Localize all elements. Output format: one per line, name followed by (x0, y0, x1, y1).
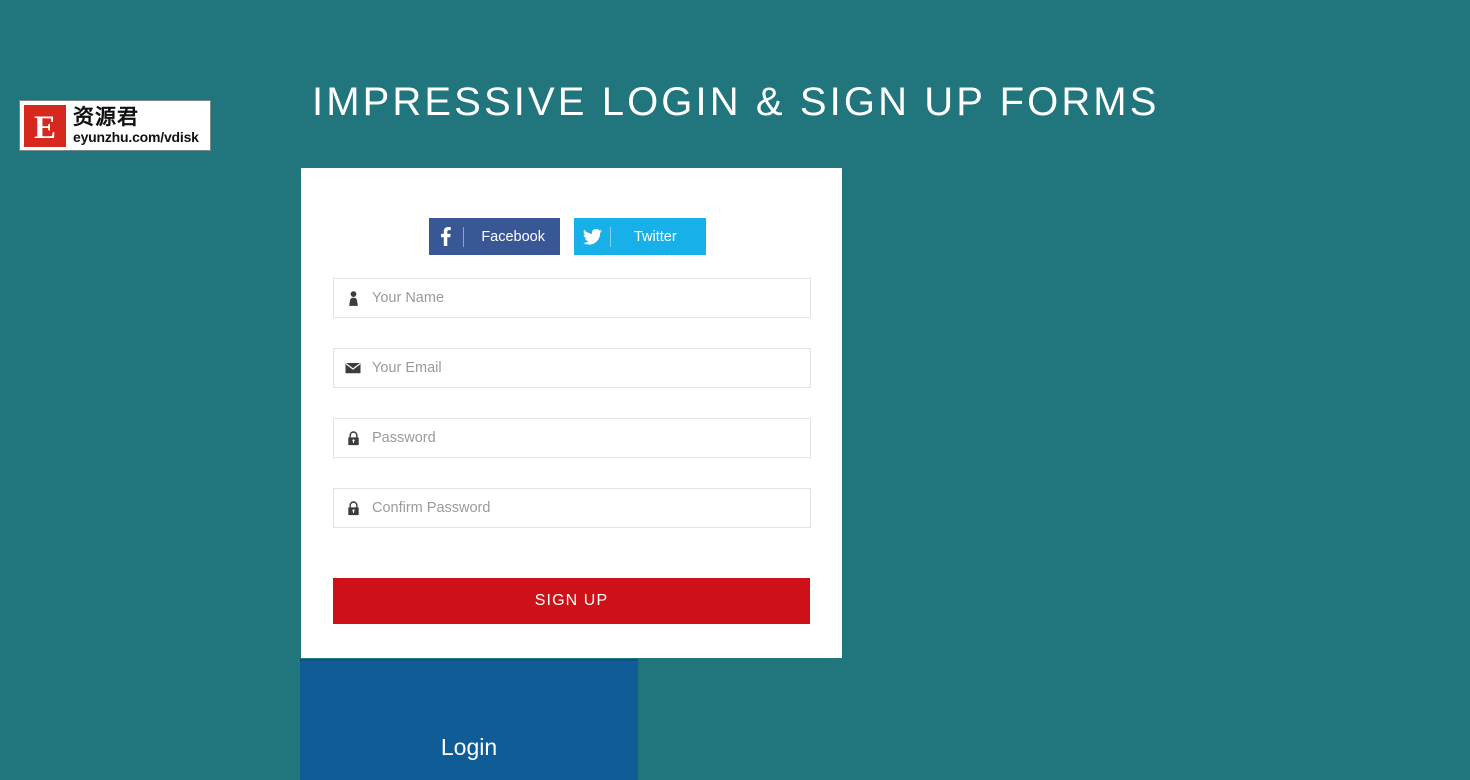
confirm-password-input[interactable] (372, 489, 810, 527)
lock-icon (334, 500, 372, 516)
login-panel[interactable]: Login (300, 659, 638, 780)
your-name-input[interactable] (372, 279, 810, 317)
twitter-login-button[interactable]: Twitter (574, 218, 706, 255)
social-login-row: Facebook Twitter (429, 218, 706, 255)
field-your-name[interactable] (333, 278, 811, 318)
logo-chinese-text: 资源君 (73, 105, 139, 129)
user-icon (334, 290, 372, 306)
field-confirm-password[interactable] (333, 488, 811, 528)
lock-icon (334, 430, 372, 446)
field-password[interactable] (333, 418, 811, 458)
logo-url-text: eyunzhu.com/vdisk (73, 129, 199, 145)
logo-text-group: 资源君 eyunzhu.com/vdisk (73, 105, 199, 145)
envelope-icon (334, 362, 372, 374)
signup-card: Facebook Twitter Your Name Your Email SI… (301, 168, 842, 658)
page-title: IMPRESSIVE LOGIN & SIGN UP FORMS (312, 80, 1160, 124)
twitter-icon (574, 218, 610, 255)
facebook-login-button[interactable]: Facebook (429, 218, 560, 255)
your-email-input[interactable] (372, 349, 810, 387)
twitter-label: Twitter (634, 228, 677, 245)
facebook-label: Facebook (481, 228, 545, 245)
logo-mark-letter: E (24, 104, 66, 147)
password-input[interactable] (372, 419, 810, 457)
sign-up-button[interactable]: SIGN UP (333, 578, 810, 624)
field-your-email[interactable] (333, 348, 811, 388)
site-logo-watermark: E 资源君 eyunzhu.com/vdisk (19, 100, 211, 151)
facebook-icon (429, 218, 463, 255)
login-panel-title: Login (440, 734, 498, 760)
